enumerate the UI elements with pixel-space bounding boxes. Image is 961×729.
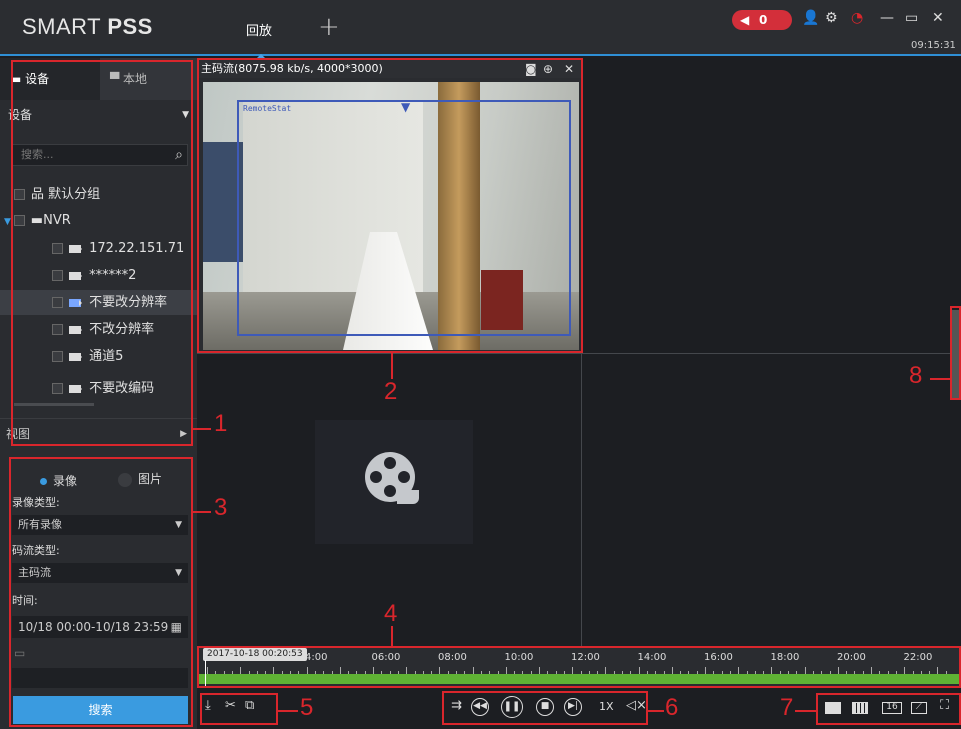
film-tail	[397, 490, 419, 504]
grid-divider	[197, 353, 961, 354]
annotation-label-4: 4	[384, 600, 398, 627]
annotation-line	[795, 710, 816, 712]
empty-window-placeholder	[315, 420, 473, 544]
annotation-label-3: 3	[214, 494, 228, 521]
close-icon[interactable]: ✕	[932, 10, 944, 26]
clock: 09:15:31	[911, 40, 956, 51]
annotation-line	[193, 511, 211, 513]
speaker-icon: ◀	[740, 13, 750, 27]
add-tab-button[interactable]: +	[318, 12, 340, 42]
annotation-label-5: 5	[300, 694, 314, 721]
annotation-box-5	[200, 693, 278, 725]
performance-icon[interactable]: ◔	[851, 10, 863, 26]
annotation-box-8	[950, 306, 961, 400]
annotation-box-2	[197, 58, 583, 353]
title-bar: SMART PSS 回放 + ◀ 0 👤 ⚙ ◔ — ▭ ✕ 09:15:31	[0, 0, 961, 58]
maximize-icon[interactable]: ▭	[905, 10, 918, 26]
alarm-count: 0	[759, 13, 768, 27]
annotation-label-2: 2	[384, 378, 398, 405]
tab-playback[interactable]: 回放	[246, 20, 272, 58]
alarm-badge[interactable]: ◀ 0	[732, 10, 792, 30]
annotation-box-6	[442, 691, 648, 725]
annotation-line	[930, 378, 950, 380]
annotation-line	[391, 626, 393, 646]
annotation-box-4	[197, 646, 961, 688]
minimize-icon[interactable]: —	[880, 10, 894, 26]
annotation-label-8: 8	[909, 362, 923, 389]
user-icon[interactable]: 👤	[802, 10, 819, 26]
annotation-line	[193, 428, 211, 430]
annotation-box-1	[11, 60, 193, 446]
annotation-line	[391, 353, 393, 379]
annotation-line	[648, 710, 664, 712]
app-logo: SMART PSS	[22, 14, 153, 39]
annotation-box-7	[816, 693, 961, 725]
annotation-label-1: 1	[214, 410, 228, 437]
annotation-box-3	[9, 457, 193, 727]
annotation-label-6: 6	[665, 694, 679, 721]
annotation-line	[278, 710, 298, 712]
gear-icon[interactable]: ⚙	[825, 10, 838, 26]
annotation-label-7: 7	[780, 694, 794, 721]
